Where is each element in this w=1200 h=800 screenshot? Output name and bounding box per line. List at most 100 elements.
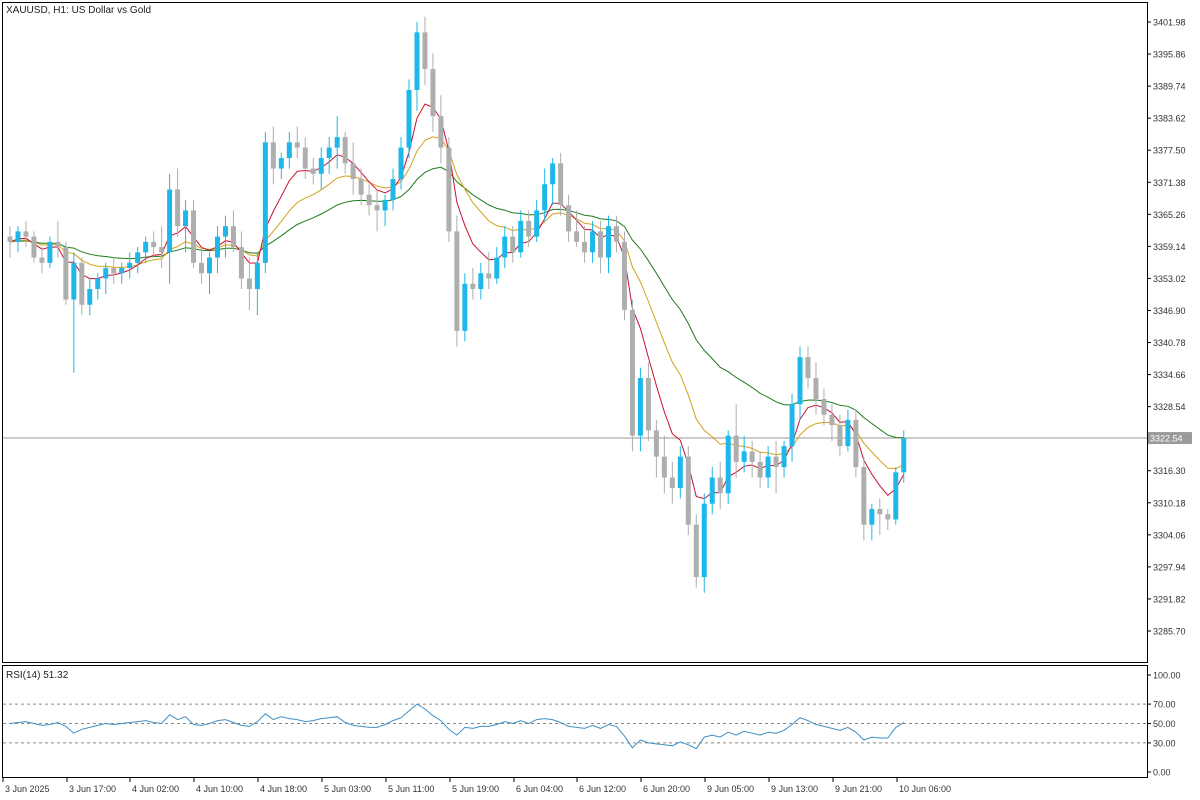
y-tick-label: 3310.18 — [1153, 498, 1186, 508]
candle-body — [230, 226, 236, 248]
candle-body — [406, 89, 412, 148]
candle-body — [550, 163, 556, 185]
y-tick-label: 3389.74 — [1153, 82, 1186, 92]
y-tick-label: 3340.78 — [1153, 338, 1186, 348]
candle-body — [709, 477, 715, 504]
candle-body — [558, 163, 564, 206]
candle-body — [725, 435, 731, 494]
candle-body — [430, 69, 436, 117]
candle-body — [159, 247, 165, 253]
y-tick-label: 3285.70 — [1153, 627, 1186, 637]
candle-body — [326, 147, 332, 159]
y-tick-label: 3401.98 — [1153, 18, 1186, 28]
candle-body — [15, 231, 21, 242]
candle-body — [254, 262, 260, 290]
candle-body — [87, 289, 93, 305]
candle-body — [717, 477, 723, 494]
candle-body — [302, 147, 308, 169]
candle-body — [398, 147, 404, 180]
rsi-y-tick-label: 30.00 — [1153, 738, 1176, 748]
candle-body — [207, 257, 212, 274]
candle-body — [653, 430, 659, 457]
candle-body — [645, 378, 651, 431]
candle-body — [382, 199, 388, 211]
candle-body — [414, 32, 420, 90]
y-tick-label: 3377.50 — [1153, 146, 1186, 156]
x-tick-label: 9 Jun 21:00 — [835, 784, 882, 794]
candle-body — [797, 357, 803, 405]
candle-body — [135, 252, 141, 263]
x-tick-label: 6 Jun 12:00 — [579, 784, 626, 794]
candle-body — [278, 158, 284, 169]
candle-body — [446, 147, 452, 232]
candle-body — [661, 456, 667, 478]
candle-body — [143, 241, 149, 253]
y-tick-label: 3353.02 — [1153, 274, 1186, 284]
candle-body — [606, 226, 611, 258]
candle-body — [294, 142, 300, 148]
candle-body — [805, 357, 811, 379]
y-tick-label: 3328.54 — [1153, 402, 1186, 412]
x-tick-label: 4 Jun 18:00 — [260, 784, 307, 794]
y-tick-label: 3316.30 — [1153, 466, 1186, 476]
candle-body — [885, 514, 891, 520]
candle-body — [853, 419, 859, 468]
rsi-panel-frame — [2, 665, 1148, 778]
candle-body — [877, 508, 883, 515]
candle-body — [103, 268, 109, 279]
candle-body — [486, 273, 492, 279]
y-tick-label: 3346.90 — [1153, 306, 1186, 316]
candle-body — [79, 262, 85, 305]
candle-body — [342, 137, 348, 164]
x-tick-label: 9 Jun 05:00 — [707, 784, 754, 794]
candle-body — [837, 425, 843, 447]
candle-body — [621, 241, 627, 310]
price-panel-frame — [2, 2, 1148, 663]
candle-body — [861, 467, 867, 525]
candle-body — [590, 231, 596, 253]
x-tick-label: 5 Jun 11:00 — [388, 784, 434, 794]
candle-body — [214, 236, 220, 258]
candle-body — [574, 231, 580, 242]
candle-body — [733, 435, 739, 462]
candle-body — [366, 194, 372, 206]
candle-body — [47, 241, 53, 263]
candle-body — [510, 236, 516, 253]
candle-body — [318, 158, 324, 174]
candle-body — [629, 309, 635, 436]
candle-body — [7, 236, 13, 242]
candle-body — [613, 226, 619, 242]
candle-body — [270, 142, 276, 169]
x-tick-label: 10 Jun 06:00 — [899, 784, 951, 794]
candle-body — [829, 414, 835, 426]
candle-body — [789, 404, 795, 447]
candle-body — [669, 477, 675, 489]
candle-body — [845, 419, 851, 447]
candle-body — [350, 163, 356, 180]
x-tick-label: 4 Jun 02:00 — [132, 784, 179, 794]
x-tick-label: 9 Jun 13:00 — [771, 784, 818, 794]
candle-body — [199, 262, 205, 274]
candle-body — [55, 241, 61, 248]
candle-body — [358, 179, 364, 195]
candle-body — [71, 262, 77, 300]
candle-body — [183, 210, 189, 227]
candle-body — [470, 283, 476, 290]
y-tick-label: 3365.26 — [1153, 210, 1186, 220]
candle-body — [175, 189, 181, 227]
candle-body — [39, 257, 45, 263]
candle-body — [246, 278, 252, 290]
candle-body — [31, 236, 37, 258]
candle-body — [821, 398, 827, 415]
price-tag: 3322.54 — [1150, 434, 1183, 444]
candle-body — [693, 524, 699, 578]
candle-body — [454, 231, 460, 331]
candle-body — [262, 142, 268, 263]
candle-body — [286, 142, 292, 159]
candle-body — [637, 378, 643, 436]
candle-body — [813, 378, 819, 399]
candle-body — [749, 451, 755, 462]
candle-body — [773, 456, 779, 468]
y-tick-label: 3371.38 — [1153, 178, 1186, 188]
candle-body — [374, 205, 380, 211]
